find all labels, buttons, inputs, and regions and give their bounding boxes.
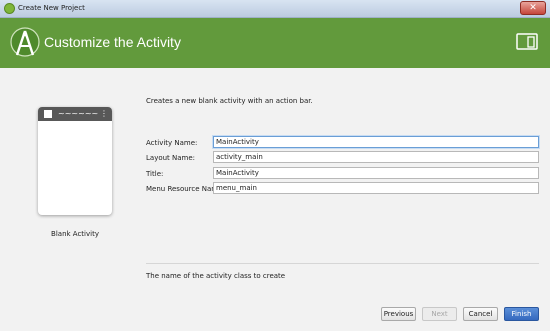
app-icon-placeholder (44, 110, 52, 118)
activity-preview: ~~~~~~ ⋮ (38, 107, 112, 215)
field-hint: The name of the activity class to create (146, 272, 286, 280)
create-project-dialog: Create New Project ✕ Customize the Activ… (0, 0, 550, 331)
previous-button[interactable]: Previous (381, 307, 416, 321)
page-title: Customize the Activity (44, 34, 181, 50)
layout-name-label: Layout Name: (146, 154, 196, 162)
separator (146, 263, 539, 264)
title-label: Title: (146, 170, 164, 178)
wizard-header: Customize the Activity (0, 18, 550, 68)
android-studio-logo-icon (10, 27, 40, 57)
activity-name-label: Activity Name: (146, 139, 198, 147)
android-studio-icon (4, 3, 15, 14)
template-description: Creates a new blank activity with an act… (146, 97, 313, 105)
cancel-button[interactable]: Cancel (463, 307, 498, 321)
finish-button[interactable]: Finish (504, 307, 539, 321)
close-button[interactable]: ✕ (520, 1, 546, 15)
activity-name-input[interactable] (213, 136, 539, 148)
preview-action-bar: ~~~~~~ ⋮ (38, 107, 112, 121)
overflow-menu-icon: ⋮ (100, 109, 108, 118)
next-button[interactable]: Next (422, 307, 457, 321)
title-input[interactable] (213, 167, 539, 179)
menu-resource-name-input[interactable] (213, 182, 539, 194)
layout-name-input[interactable] (213, 151, 539, 163)
title-squiggle: ~~~~~~ (58, 109, 99, 118)
tablet-device-icon (516, 33, 538, 50)
template-label: Blank Activity (51, 230, 99, 238)
title-bar: Create New Project ✕ (0, 0, 550, 18)
window-title: Create New Project (18, 4, 85, 12)
